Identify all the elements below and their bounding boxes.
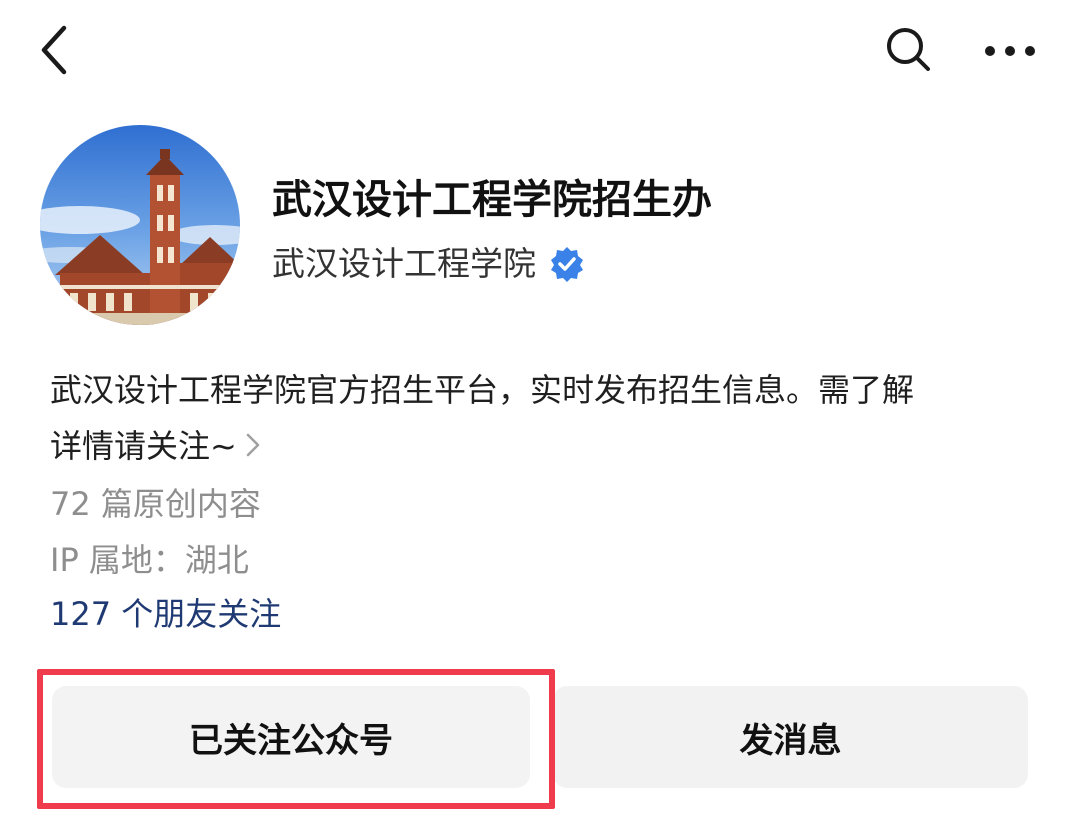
description-line-2-wrap: 详情请关注~ <box>50 418 1040 474</box>
search-button[interactable] <box>880 22 936 78</box>
send-message-button[interactable]: 发消息 <box>553 686 1028 788</box>
more-horizontal-icon <box>985 46 1035 56</box>
followed-button[interactable]: 已关注公众号 <box>52 686 530 788</box>
building-photo-avatar <box>40 125 240 325</box>
more-button[interactable] <box>980 26 1040 76</box>
chevron-left-icon <box>41 25 67 75</box>
top-bar <box>0 0 1080 100</box>
chevron-right-icon[interactable] <box>243 430 263 460</box>
original-articles-count: 72 篇原创内容 <box>50 485 261 523</box>
owner-name[interactable]: 武汉设计工程学院 <box>272 238 536 290</box>
send-message-label: 发消息 <box>739 720 842 761</box>
followed-button-label: 已关注公众号 <box>189 720 393 761</box>
friends-following-link[interactable]: 127 个朋友关注 <box>50 588 281 640</box>
owner-row[interactable]: 武汉设计工程学院 <box>272 238 586 290</box>
search-icon <box>887 28 930 71</box>
back-button[interactable] <box>30 20 80 80</box>
description-line-1: 武汉设计工程学院官方招生平台，实时发布招生信息。需了解 <box>50 371 915 409</box>
ip-location: IP 属地：湖北 <box>50 541 249 579</box>
verified-badge-icon <box>551 247 583 282</box>
account-description[interactable]: 武汉设计工程学院官方招生平台，实时发布招生信息。需了解 详情请关注~ <box>50 362 1040 474</box>
account-name: 武汉设计工程学院招生办 <box>272 177 712 223</box>
description-line-2: 详情请关注~ <box>50 427 237 465</box>
avatar[interactable] <box>40 125 240 325</box>
